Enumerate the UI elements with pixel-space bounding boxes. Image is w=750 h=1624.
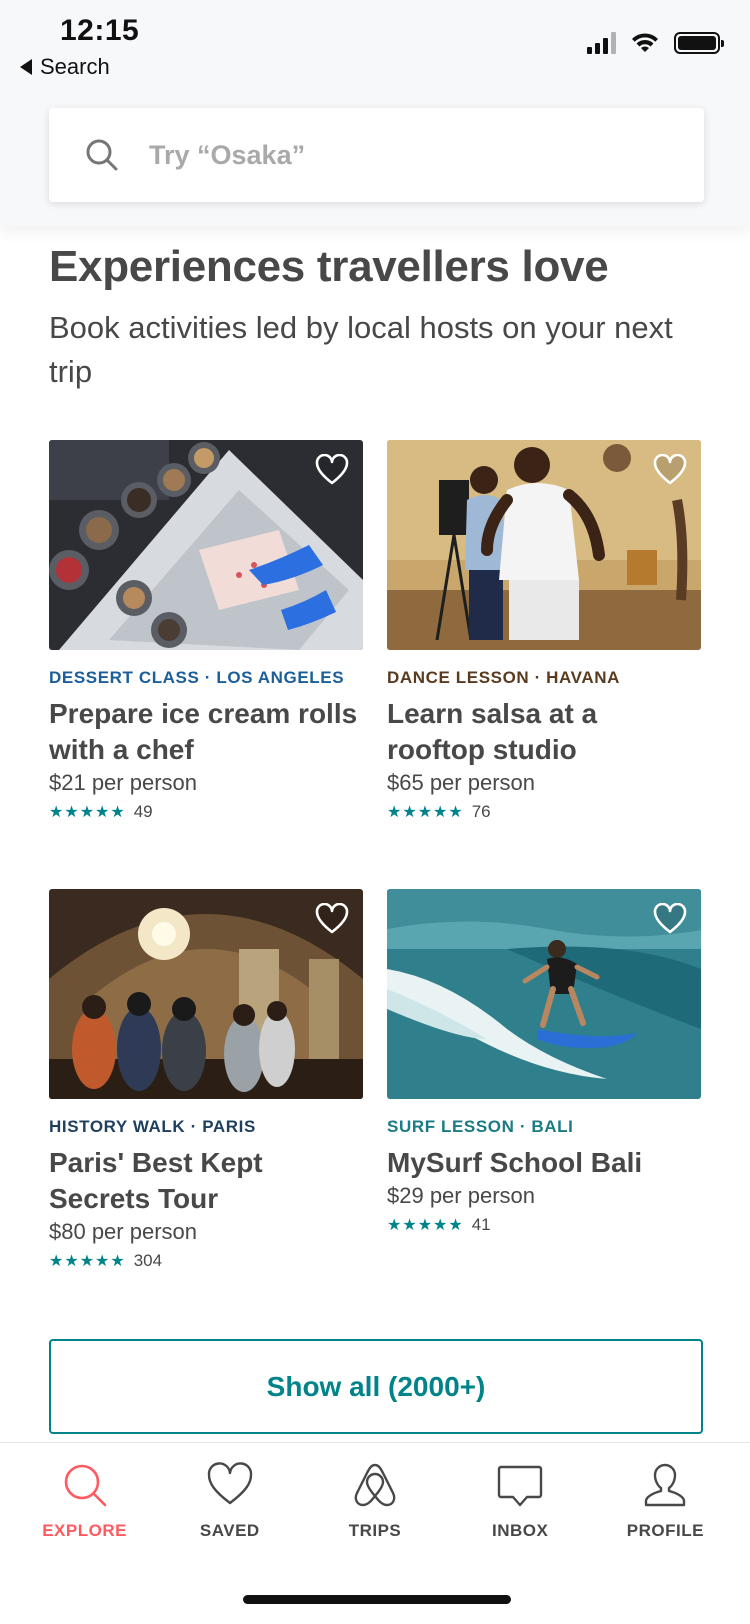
experience-photo — [49, 440, 363, 650]
save-heart-icon[interactable] — [653, 454, 687, 486]
tab-profile[interactable]: PROFILE — [600, 1461, 730, 1541]
back-to-search-link[interactable]: Search — [20, 54, 110, 80]
experience-card[interactable]: HISTORY WALK · PARIS Paris' Best Kept Se… — [49, 889, 363, 1271]
experience-rating: ★★★★★ 49 — [49, 802, 363, 822]
cellular-signal-icon — [587, 32, 616, 54]
review-count: 49 — [133, 802, 153, 821]
search-bar[interactable] — [49, 108, 704, 202]
rating-stars-icon: ★★★★★ — [49, 804, 126, 821]
tab-label: SAVED — [199, 1521, 260, 1540]
tab-explore[interactable]: EXPLORE — [20, 1461, 150, 1541]
tab-inbox[interactable]: INBOX — [455, 1461, 585, 1541]
experience-rating: ★★★★★ 41 — [387, 1215, 701, 1235]
search-icon — [64, 1464, 106, 1507]
save-heart-icon[interactable] — [653, 903, 687, 935]
status-time: 12:15 — [60, 14, 140, 47]
experience-category: DANCE LESSON · HAVANA — [387, 668, 620, 687]
experience-category: SURF LESSON · BALI — [387, 1117, 574, 1136]
review-count: 41 — [471, 1215, 491, 1234]
experience-title: MySurf School Bali — [387, 1147, 643, 1178]
experience-rating: ★★★★★ 304 — [49, 1251, 363, 1271]
save-heart-icon[interactable] — [315, 454, 349, 486]
home-indicator — [243, 1595, 511, 1604]
save-heart-icon[interactable] — [315, 903, 349, 935]
experience-title: Paris' Best Kept Secrets Tour — [49, 1147, 263, 1214]
review-count: 76 — [471, 802, 491, 821]
experience-card[interactable]: DESSERT CLASS · LOS ANGELES Prepare ice … — [49, 440, 363, 822]
tab-label: TRIPS — [348, 1521, 402, 1540]
search-input[interactable] — [149, 139, 649, 171]
rating-stars-icon: ★★★★★ — [49, 1253, 126, 1270]
experience-title: Prepare ice cream rolls with a chef — [49, 698, 358, 765]
experience-category: DESSERT CLASS · LOS ANGELES — [49, 668, 345, 687]
experience-price: $29 per person — [387, 1183, 535, 1208]
battery-icon — [674, 32, 724, 54]
back-label: Search — [40, 54, 110, 79]
tab-label: INBOX — [491, 1521, 549, 1540]
experience-rating: ★★★★★ 76 — [387, 802, 701, 822]
airbnb-logo-icon — [354, 1463, 396, 1507]
heart-icon — [207, 1462, 252, 1505]
top-bar: 12:15 Search — [0, 0, 750, 226]
back-arrow-icon — [20, 59, 32, 75]
section-title: Experiences travellers love — [49, 242, 609, 291]
tab-trips[interactable]: TRIPS — [310, 1461, 440, 1541]
experience-photo — [387, 889, 701, 1099]
experience-title: Learn salsa at a rooftop studio — [387, 698, 598, 765]
experience-photo — [49, 889, 363, 1099]
experience-price: $65 per person — [387, 770, 535, 795]
status-icons — [587, 32, 724, 54]
review-count: 304 — [133, 1251, 163, 1270]
rating-stars-icon: ★★★★★ — [387, 1217, 464, 1234]
experience-price: $80 per person — [49, 1219, 197, 1244]
experience-category: HISTORY WALK · PARIS — [49, 1117, 256, 1136]
experience-price: $21 per person — [49, 770, 197, 795]
tab-label: EXPLORE — [42, 1521, 127, 1540]
chat-icon — [497, 1465, 543, 1507]
experience-photo — [387, 440, 701, 650]
tab-saved[interactable]: SAVED — [165, 1461, 295, 1541]
tab-label: PROFILE — [626, 1521, 704, 1540]
search-icon — [86, 139, 118, 171]
show-all-button[interactable]: Show all (2000+) — [49, 1339, 703, 1434]
wifi-icon — [632, 33, 658, 52]
user-icon — [645, 1463, 686, 1507]
rating-stars-icon: ★★★★★ — [387, 804, 464, 821]
experience-card[interactable]: DANCE LESSON · HAVANA Learn salsa at a r… — [387, 440, 701, 822]
experience-card[interactable]: SURF LESSON · BALI MySurf School Bali $2… — [387, 889, 701, 1235]
section-subtitle: Book activities led by local hosts on yo… — [49, 310, 673, 389]
